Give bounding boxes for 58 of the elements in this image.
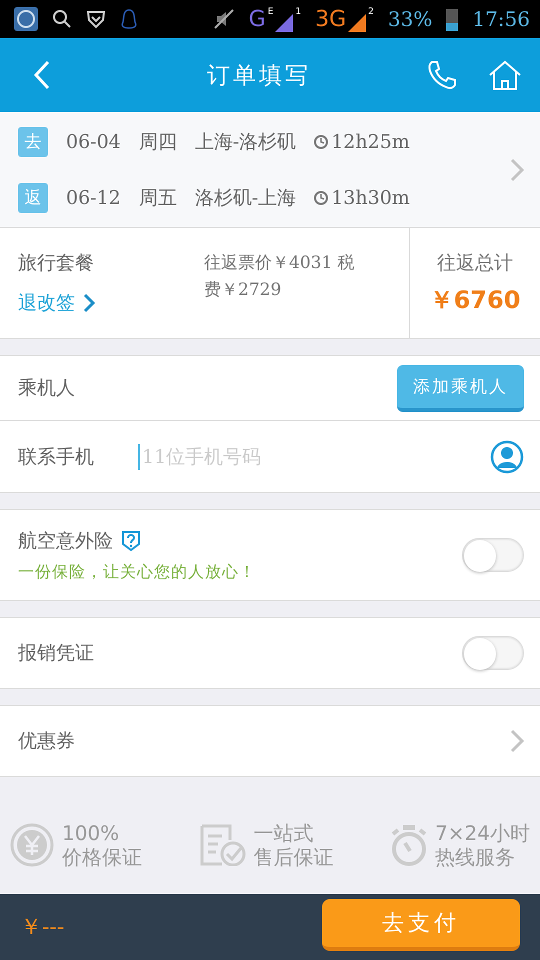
help-icon[interactable] [121,530,141,552]
flight-weekday: 周四 [138,130,177,154]
chevron-icon[interactable] [510,729,524,753]
price-breakdown: 往返票价￥4031 税费￥2729 [204,253,355,300]
yen-coin-icon [10,823,54,867]
stopwatch-icon [391,824,428,866]
battery-icon [446,7,458,31]
chevron-right-icon[interactable] [83,293,95,313]
feature-title: 一站式 [254,821,315,845]
passenger-label: 乘机人 [18,376,75,401]
receipt-toggle[interactable] [462,636,524,670]
insurance-label: 航空意外险 [18,528,113,554]
clock-icon [314,134,328,148]
search-icon [52,9,72,29]
signal-icon [275,12,294,32]
network-label: 3G [315,6,346,32]
flight-date: 06-04 [66,130,121,152]
pay-button[interactable]: 去支付 [322,899,520,951]
page-title: 订单填写 [206,62,312,90]
receipt-label: 报销凭证 [18,641,94,666]
sim-slot-label: 1 [295,6,302,16]
chevron-left-icon[interactable] [32,59,52,91]
signal-icon [348,12,366,32]
sim-slot-label: 2 [368,6,374,16]
network-label: G [248,6,266,32]
app-icon [14,7,38,31]
insurance-toggle[interactable] [462,538,524,572]
document-check-icon [200,824,246,866]
mute-icon [212,8,235,30]
feature-title: 7×24小时 [435,821,530,845]
coupon-label[interactable]: 优惠券 [18,728,75,754]
flight-duration: 13h30m [331,186,410,208]
battery-percent: 33% [388,7,432,31]
shield-icon [86,9,106,29]
clock-icon [314,190,328,204]
refund-rules-link[interactable]: 退改签 [18,290,95,316]
insurance-note: 一份保险，让关心您的人放心！ [18,562,256,582]
package-label: 旅行套餐 [18,251,95,276]
clock-time: 17:56 [472,7,530,31]
total-label: 往返总计 [437,251,513,276]
flight-route: 上海-洛杉矶 [194,130,296,154]
flight-route: 洛杉矶-上海 [194,186,296,210]
feature-subtitle: 售后保证 [254,845,334,869]
flight-date: 06-12 [66,186,121,208]
direction-tag: 返 [18,182,48,212]
feature-title: 100% [62,821,120,845]
contact-icon[interactable] [490,440,524,474]
chevron-icon[interactable] [510,158,524,182]
feature-subtitle: 热线服务 [435,845,516,869]
phone-label: 联系手机 [18,444,94,470]
flight-weekday: 周五 [138,186,177,210]
total-price: ￥6760 [430,285,520,316]
network-type-label: E [268,6,274,16]
add-passenger-button[interactable]: 添加乘机人 [397,364,524,412]
feature-subtitle: 价格保证 [62,845,142,869]
total-amount: ￥--- [20,914,64,942]
flight-duration: 12h25m [331,130,410,152]
direction-tag: 去 [18,126,48,156]
